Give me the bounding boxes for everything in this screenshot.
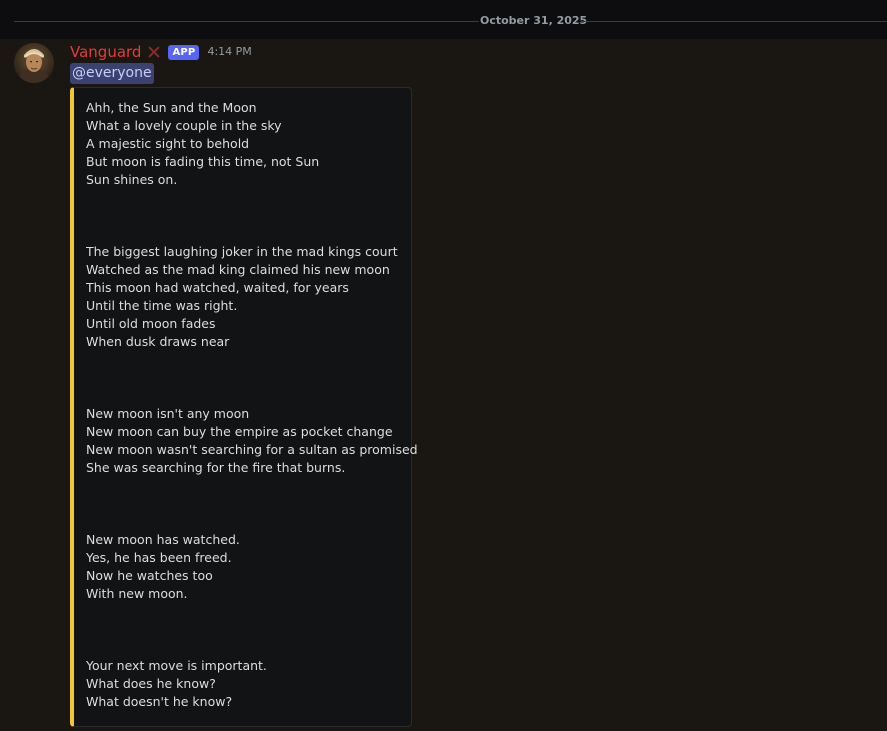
date-divider-label: October 31, 2025 bbox=[480, 14, 588, 27]
embed-description: Ahh, the Sun and the Moon What a lovely … bbox=[86, 100, 418, 709]
message-embed: Ahh, the Sun and the Moon What a lovely … bbox=[70, 87, 418, 727]
x-icon bbox=[147, 45, 161, 59]
divider-line-left bbox=[14, 21, 479, 22]
author-name[interactable]: Vanguard bbox=[70, 42, 141, 62]
divider-line-right bbox=[581, 21, 887, 22]
avatar[interactable] bbox=[14, 43, 54, 83]
date-divider-band: October 31, 2025 bbox=[0, 0, 887, 39]
message-header: Vanguard APP 4:14 PM bbox=[70, 42, 252, 62]
message-timestamp[interactable]: 4:14 PM bbox=[207, 42, 251, 62]
avatar-portrait-icon bbox=[14, 43, 54, 83]
app-badge: APP bbox=[168, 44, 200, 60]
everyone-mention[interactable]: @everyone bbox=[70, 63, 154, 84]
